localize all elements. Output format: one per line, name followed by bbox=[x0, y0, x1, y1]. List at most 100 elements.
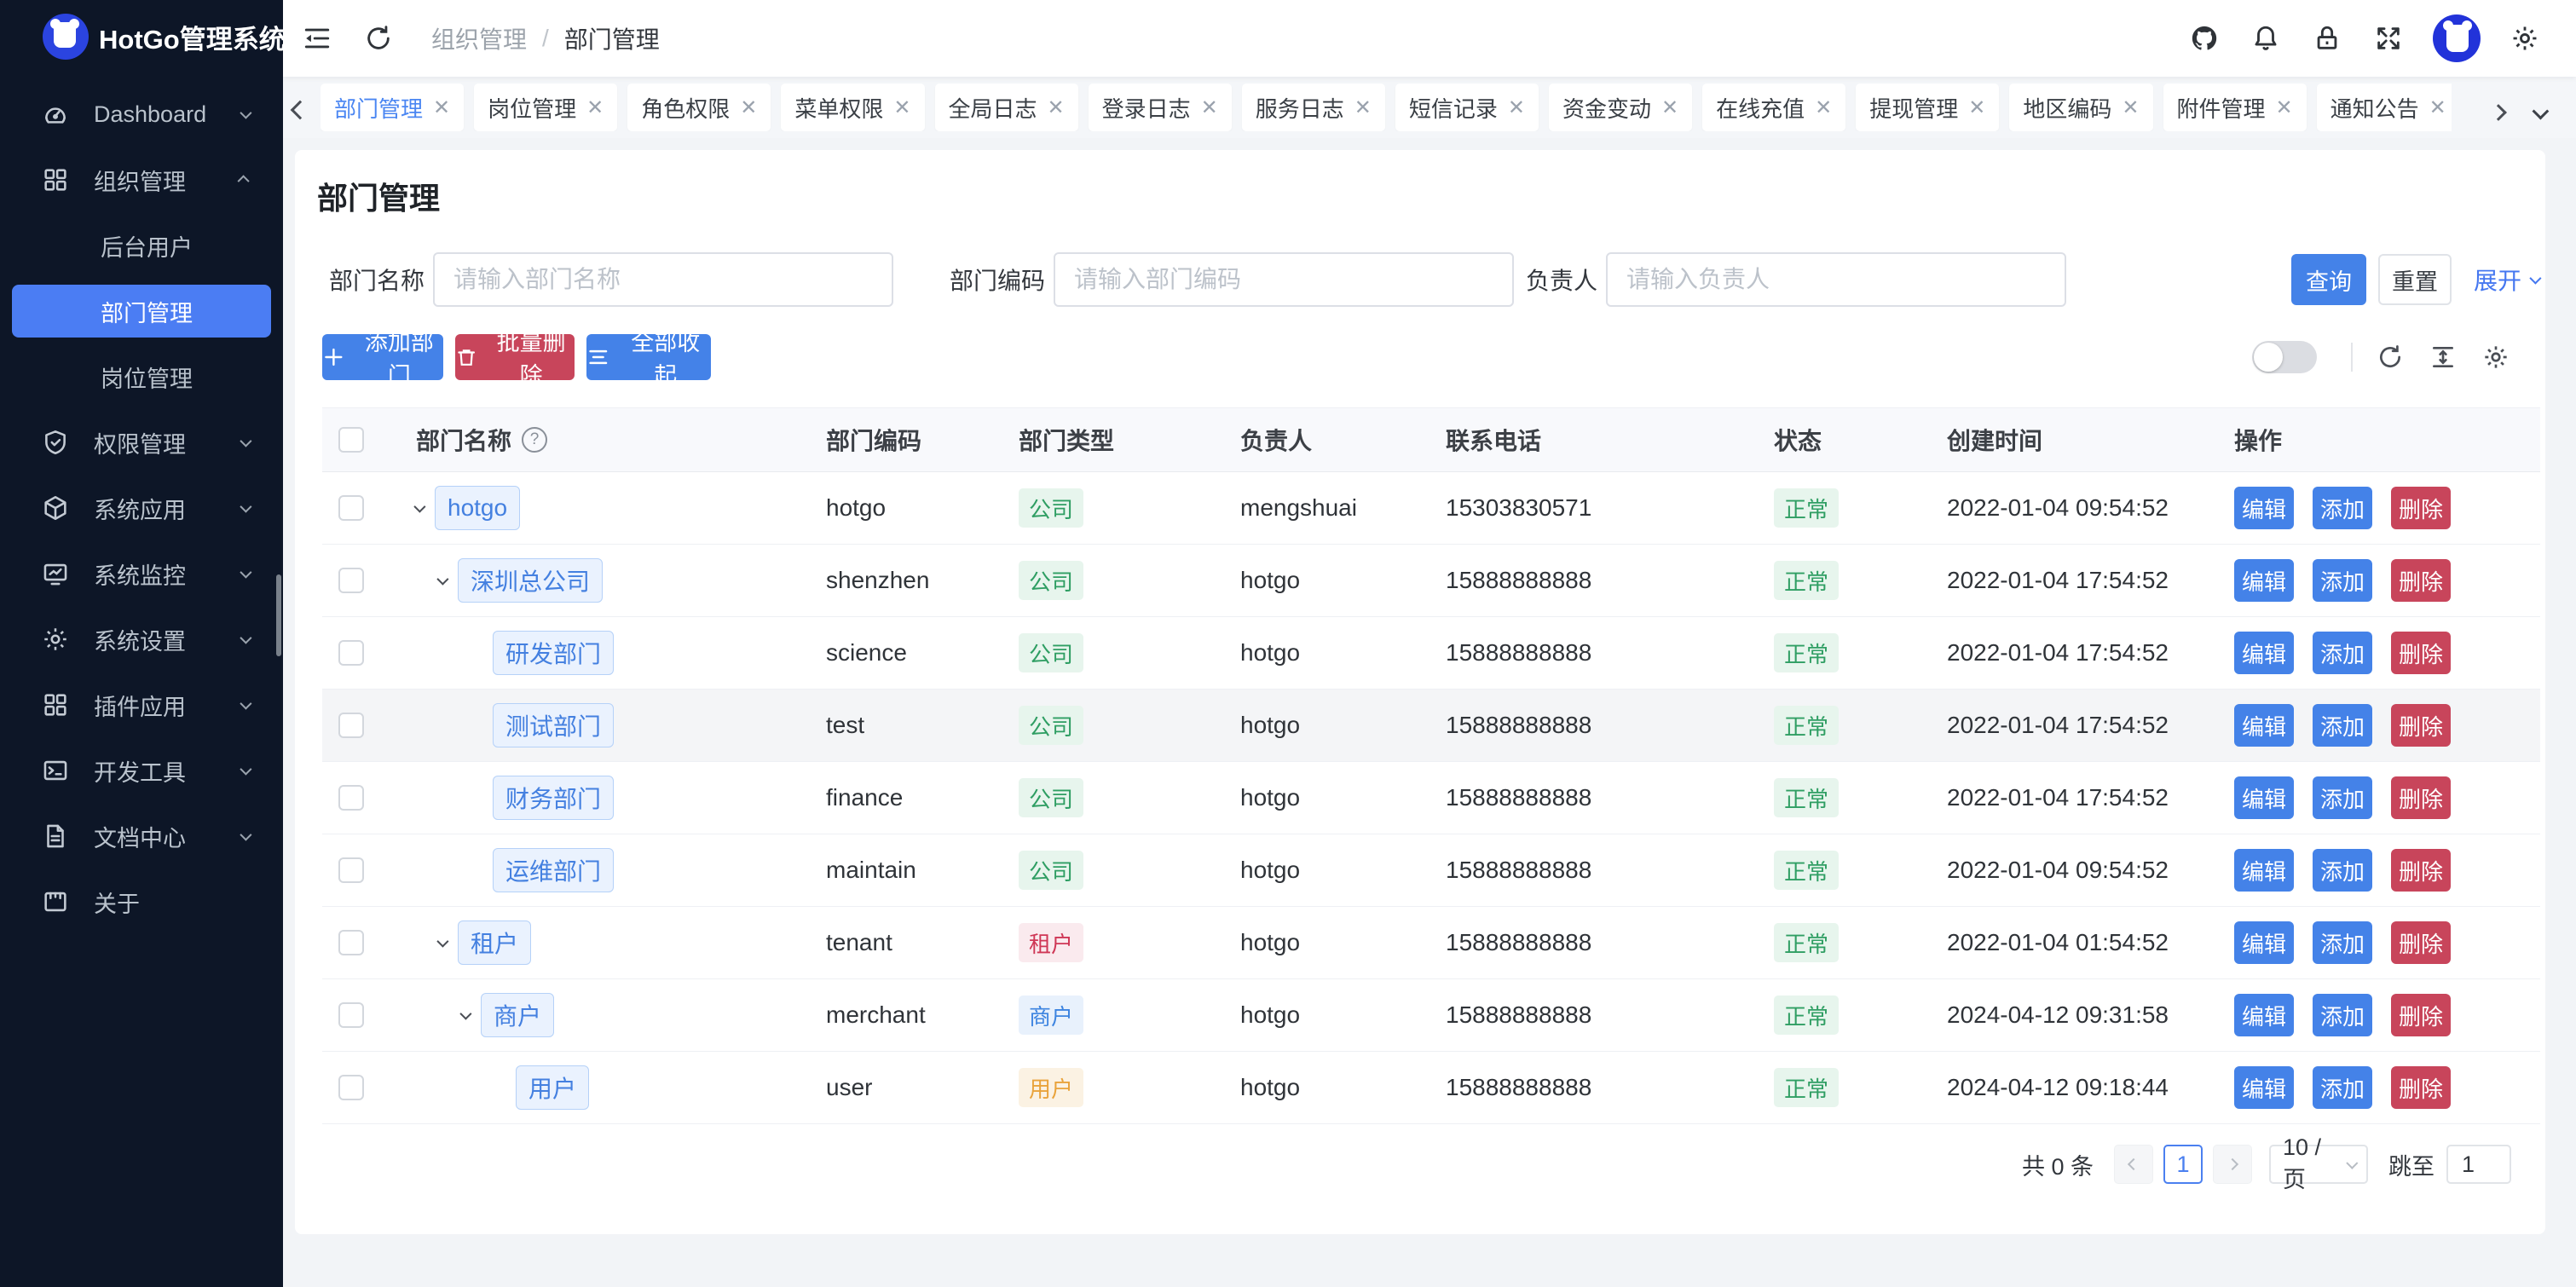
delete-button[interactable]: 删除 bbox=[2391, 776, 2451, 819]
github-icon[interactable] bbox=[2187, 21, 2221, 55]
sidebar-item-文档中心[interactable]: 文档中心 bbox=[12, 810, 271, 863]
tab-close-icon[interactable]: ✕ bbox=[1815, 95, 1832, 120]
dept-name-tag[interactable]: 深圳总公司 bbox=[458, 558, 603, 603]
striped-toggle[interactable] bbox=[2252, 341, 2317, 373]
row-checkbox[interactable] bbox=[338, 1075, 364, 1100]
reset-button[interactable]: 重置 bbox=[2378, 254, 2452, 305]
sidebar-item-后台用户[interactable]: 后台用户 bbox=[12, 219, 271, 272]
tab-close-icon[interactable]: ✕ bbox=[740, 95, 757, 120]
add-button[interactable]: 添加 bbox=[2313, 487, 2372, 529]
tab-全局日志[interactable]: 全局日志✕ bbox=[935, 84, 1078, 131]
add-button[interactable]: 添加 bbox=[2313, 921, 2372, 964]
bell-icon[interactable] bbox=[2249, 21, 2283, 55]
edit-button[interactable]: 编辑 bbox=[2234, 849, 2294, 892]
batch-delete-button[interactable]: 批量删除 bbox=[455, 334, 575, 380]
collapse-all-button[interactable]: 全部收起 bbox=[586, 334, 711, 380]
edit-button[interactable]: 编辑 bbox=[2234, 559, 2294, 602]
jump-page-input[interactable] bbox=[2446, 1145, 2511, 1184]
edit-button[interactable]: 编辑 bbox=[2234, 704, 2294, 747]
tree-collapse-icon[interactable] bbox=[436, 574, 448, 586]
expand-link[interactable]: 展开 bbox=[2474, 252, 2538, 307]
tab-close-icon[interactable]: ✕ bbox=[1354, 95, 1372, 120]
tab-地区编码[interactable]: 地区编码✕ bbox=[2009, 84, 2152, 131]
delete-button[interactable]: 删除 bbox=[2391, 1066, 2451, 1109]
edit-button[interactable]: 编辑 bbox=[2234, 921, 2294, 964]
tab-菜单权限[interactable]: 菜单权限✕ bbox=[781, 84, 924, 131]
tree-collapse-icon[interactable] bbox=[413, 501, 425, 513]
gear-icon[interactable] bbox=[2508, 21, 2542, 55]
sidebar-item-插件应用[interactable]: 插件应用 bbox=[12, 678, 271, 731]
dept-name-tag[interactable]: 用户 bbox=[516, 1065, 589, 1110]
tab-提现管理[interactable]: 提现管理✕ bbox=[1856, 84, 1999, 131]
sidebar-item-关于[interactable]: 关于 bbox=[12, 875, 271, 928]
tab-close-icon[interactable]: ✕ bbox=[2122, 95, 2139, 120]
row-checkbox[interactable] bbox=[338, 495, 364, 521]
tab-close-icon[interactable]: ✕ bbox=[433, 95, 450, 120]
tab-通知公告[interactable]: 通知公告✕ bbox=[2317, 84, 2452, 131]
row-checkbox[interactable] bbox=[338, 930, 364, 955]
row-checkbox[interactable] bbox=[338, 785, 364, 811]
next-page-button[interactable] bbox=[2213, 1145, 2252, 1184]
tree-collapse-icon[interactable] bbox=[459, 1008, 471, 1020]
sidebar-item-组织管理[interactable]: 组织管理 bbox=[12, 153, 271, 206]
delete-button[interactable]: 删除 bbox=[2391, 559, 2451, 602]
tabs-dropdown-icon[interactable] bbox=[2533, 97, 2545, 124]
sidebar-item-系统应用[interactable]: 系统应用 bbox=[12, 482, 271, 534]
tabs-scroll-left-icon[interactable] bbox=[293, 95, 307, 123]
tab-close-icon[interactable]: ✕ bbox=[893, 95, 910, 120]
sidebar-item-岗位管理[interactable]: 岗位管理 bbox=[12, 350, 271, 403]
sidebar-item-系统设置[interactable]: 系统设置 bbox=[12, 613, 271, 666]
tab-close-icon[interactable]: ✕ bbox=[1201, 95, 1218, 120]
sidebar-item-部门管理[interactable]: 部门管理 bbox=[12, 285, 271, 338]
table-refresh-icon[interactable] bbox=[2375, 342, 2406, 372]
tab-资金变动[interactable]: 资金变动✕ bbox=[1549, 84, 1692, 131]
help-icon[interactable]: ? bbox=[522, 427, 547, 453]
row-checkbox[interactable] bbox=[338, 640, 364, 666]
sidebar-scrollbar[interactable] bbox=[276, 574, 281, 656]
tab-附件管理[interactable]: 附件管理✕ bbox=[2163, 84, 2307, 131]
tab-部门管理[interactable]: 部门管理✕ bbox=[321, 84, 464, 131]
refresh-icon[interactable] bbox=[361, 21, 396, 55]
dept-code-input[interactable] bbox=[1054, 252, 1514, 307]
leader-input[interactable] bbox=[1606, 252, 2066, 307]
tab-close-icon[interactable]: ✕ bbox=[1048, 95, 1065, 120]
add-button[interactable]: 添加 bbox=[2313, 994, 2372, 1036]
tab-岗位管理[interactable]: 岗位管理✕ bbox=[474, 84, 617, 131]
delete-button[interactable]: 删除 bbox=[2391, 704, 2451, 747]
tabs-scroll-right-icon[interactable] bbox=[2492, 97, 2504, 124]
avatar[interactable] bbox=[2433, 14, 2481, 62]
tab-close-icon[interactable]: ✕ bbox=[1661, 95, 1678, 120]
sidebar-item-系统监控[interactable]: 系统监控 bbox=[12, 547, 271, 600]
edit-button[interactable]: 编辑 bbox=[2234, 632, 2294, 674]
row-checkbox[interactable] bbox=[338, 713, 364, 738]
breadcrumb-parent[interactable]: 组织管理 bbox=[431, 21, 527, 55]
tab-close-icon[interactable]: ✕ bbox=[2276, 95, 2293, 120]
prev-page-button[interactable] bbox=[2114, 1145, 2153, 1184]
edit-button[interactable]: 编辑 bbox=[2234, 776, 2294, 819]
select-all-checkbox[interactable] bbox=[338, 427, 364, 453]
sidebar-item-Dashboard[interactable]: Dashboard bbox=[12, 88, 271, 141]
dept-name-tag[interactable]: hotgo bbox=[435, 486, 520, 530]
tab-在线充值[interactable]: 在线充值✕ bbox=[1702, 84, 1845, 131]
delete-button[interactable]: 删除 bbox=[2391, 487, 2451, 529]
tab-登录日志[interactable]: 登录日志✕ bbox=[1089, 84, 1232, 131]
tab-角色权限[interactable]: 角色权限✕ bbox=[627, 84, 771, 131]
tab-close-icon[interactable]: ✕ bbox=[1968, 95, 1985, 120]
row-checkbox[interactable] bbox=[338, 1002, 364, 1028]
add-button[interactable]: 添加 bbox=[2313, 559, 2372, 602]
edit-button[interactable]: 编辑 bbox=[2234, 994, 2294, 1036]
edit-button[interactable]: 编辑 bbox=[2234, 1066, 2294, 1109]
dept-name-tag[interactable]: 运维部门 bbox=[493, 848, 614, 892]
tree-collapse-icon[interactable] bbox=[436, 936, 448, 948]
tab-close-icon[interactable]: ✕ bbox=[2429, 95, 2446, 120]
add-button[interactable]: 添加 bbox=[2313, 1066, 2372, 1109]
dept-name-tag[interactable]: 研发部门 bbox=[493, 631, 614, 675]
dept-name-tag[interactable]: 商户 bbox=[481, 993, 554, 1037]
dept-name-tag[interactable]: 财务部门 bbox=[493, 776, 614, 820]
add-button[interactable]: 添加 bbox=[2313, 849, 2372, 892]
delete-button[interactable]: 删除 bbox=[2391, 994, 2451, 1036]
tab-服务日志[interactable]: 服务日志✕ bbox=[1242, 84, 1385, 131]
sidebar-item-开发工具[interactable]: 开发工具 bbox=[12, 744, 271, 797]
current-page-button[interactable]: 1 bbox=[2163, 1145, 2203, 1184]
delete-button[interactable]: 删除 bbox=[2391, 632, 2451, 674]
